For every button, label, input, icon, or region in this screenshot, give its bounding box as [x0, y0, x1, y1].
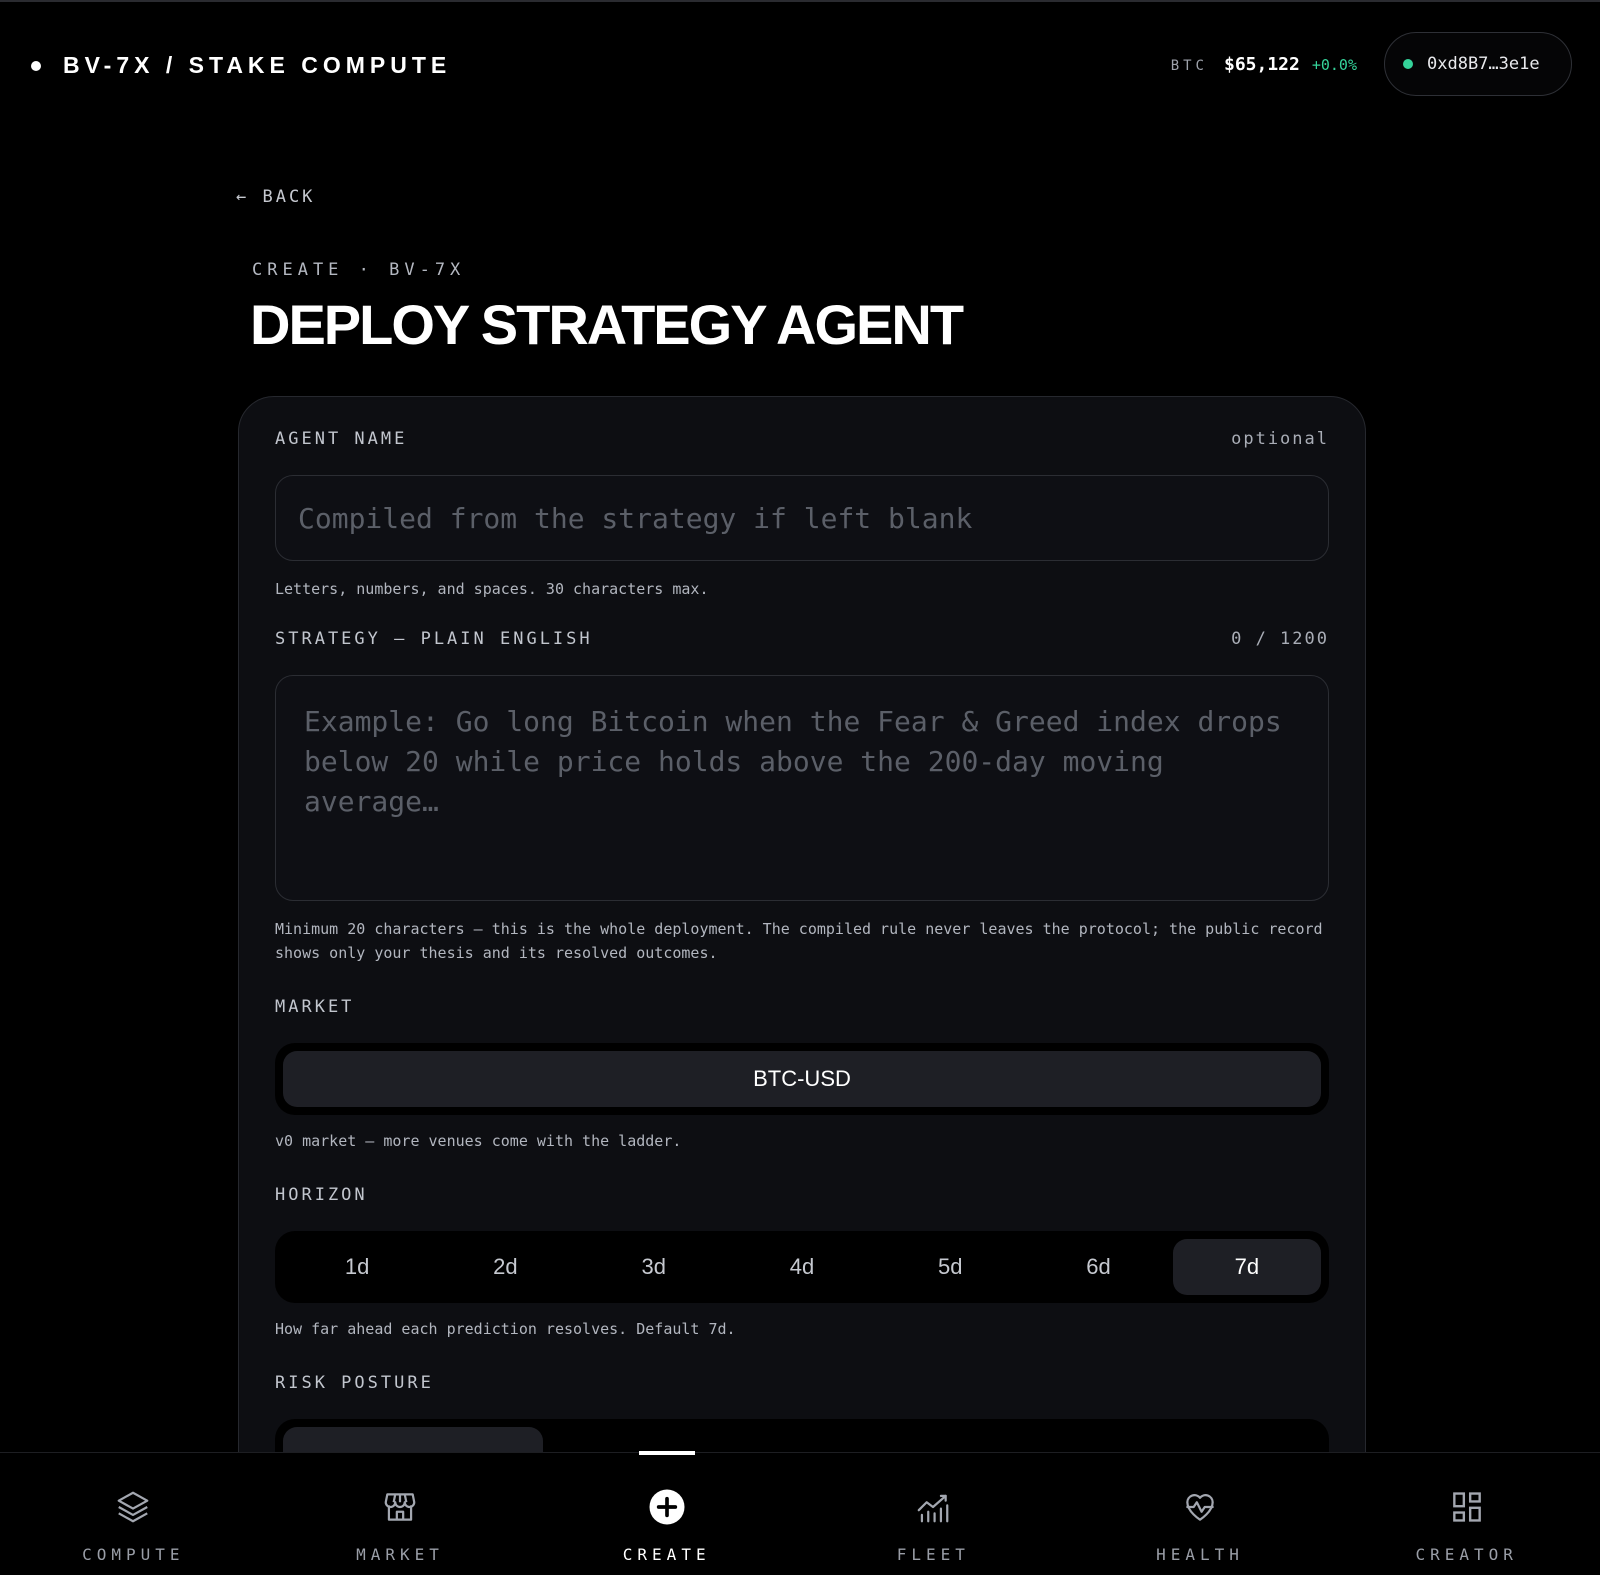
chart-icon	[913, 1487, 953, 1527]
brand-title: BV-7X / STAKE COMPUTE	[63, 52, 452, 78]
wallet-status-icon	[1403, 59, 1413, 69]
heart-pulse-icon	[1180, 1487, 1220, 1527]
plus-circle-icon	[647, 1487, 687, 1527]
bottom-nav: COMPUTE MARKET CREATE FLEET HEALTH CREAT…	[0, 1451, 1600, 1575]
agent-name-input[interactable]	[275, 475, 1329, 561]
horizon-help: How far ahead each prediction resolves. …	[275, 1320, 736, 1338]
horizon-option-5d[interactable]: 5d	[876, 1239, 1024, 1295]
nav-label: MARKET	[356, 1545, 444, 1564]
horizon-option-2d[interactable]: 2d	[431, 1239, 579, 1295]
horizon-option-4d[interactable]: 4d	[728, 1239, 876, 1295]
market-option-btc-usd[interactable]: BTC-USD	[283, 1051, 1321, 1107]
agent-name-optional-tag: optional	[1231, 429, 1329, 449]
strategy-help: Minimum 20 characters — this is the whol…	[275, 920, 1323, 962]
market-label: MARKET	[275, 997, 355, 1017]
page-title: DEPLOY STRATEGY AGENT	[250, 293, 964, 356]
market-help: v0 market — more venues come with the la…	[275, 1132, 682, 1150]
nav-label: FLEET	[896, 1545, 970, 1564]
grid-icon	[1447, 1487, 1487, 1527]
active-tab-indicator	[638, 1451, 695, 1455]
ticker-price: $65,122	[1223, 54, 1300, 75]
risk-posture-label: RISK POSTURE	[275, 1373, 434, 1393]
nav-item-fleet[interactable]: FLEET	[800, 1453, 1067, 1575]
strategy-char-counter: 0 / 1200	[1231, 629, 1329, 649]
layers-icon	[113, 1487, 153, 1527]
create-agent-form: AGENT NAME optional Letters, numbers, an…	[238, 396, 1366, 1575]
ticker-change: +0.0%	[1311, 56, 1357, 74]
horizon-option-6d[interactable]: 6d	[1024, 1239, 1172, 1295]
ticker-symbol: BTC	[1170, 58, 1208, 74]
nav-label: COMPUTE	[82, 1545, 185, 1564]
horizon-option-3d[interactable]: 3d	[580, 1239, 728, 1295]
strategy-label: STRATEGY — PLAIN ENGLISH	[275, 629, 593, 649]
brand-dot-icon	[31, 60, 41, 71]
storefront-icon	[380, 1487, 420, 1527]
market-selector: BTC-USD	[275, 1043, 1329, 1115]
nav-label: HEALTH	[1156, 1545, 1244, 1564]
top-bar: BV-7X / STAKE COMPUTE BTC $65,122 +0.0% …	[0, 2, 1600, 126]
nav-item-market[interactable]: MARKET	[267, 1453, 534, 1575]
horizon-option-1d[interactable]: 1d	[283, 1239, 431, 1295]
nav-item-health[interactable]: HEALTH	[1067, 1453, 1334, 1575]
page-eyebrow: CREATE · BV-7X	[252, 260, 466, 280]
agent-name-label: AGENT NAME	[275, 429, 408, 449]
nav-item-create[interactable]: CREATE	[533, 1451, 800, 1575]
agent-name-help: Letters, numbers, and spaces. 30 charact…	[275, 580, 709, 598]
strategy-textarea[interactable]	[275, 675, 1329, 901]
wallet-button[interactable]: 0xd8B7…3e1e	[1384, 32, 1572, 96]
nav-label: CREATOR	[1415, 1545, 1518, 1564]
horizon-selector: 1d 2d 3d 4d 5d 6d 7d	[275, 1231, 1329, 1303]
wallet-address: 0xd8B7…3e1e	[1427, 54, 1540, 74]
btc-ticker: BTC $65,122 +0.0%	[1171, 54, 1357, 75]
nav-item-compute[interactable]: COMPUTE	[0, 1453, 267, 1575]
brand[interactable]: BV-7X / STAKE COMPUTE	[31, 52, 451, 79]
horizon-label: HORIZON	[275, 1185, 368, 1205]
horizon-option-7d[interactable]: 7d	[1172, 1239, 1321, 1295]
nav-label: CREATE	[622, 1545, 711, 1564]
nav-item-creator[interactable]: CREATOR	[1333, 1453, 1600, 1575]
back-link[interactable]: ← BACK	[236, 187, 315, 207]
